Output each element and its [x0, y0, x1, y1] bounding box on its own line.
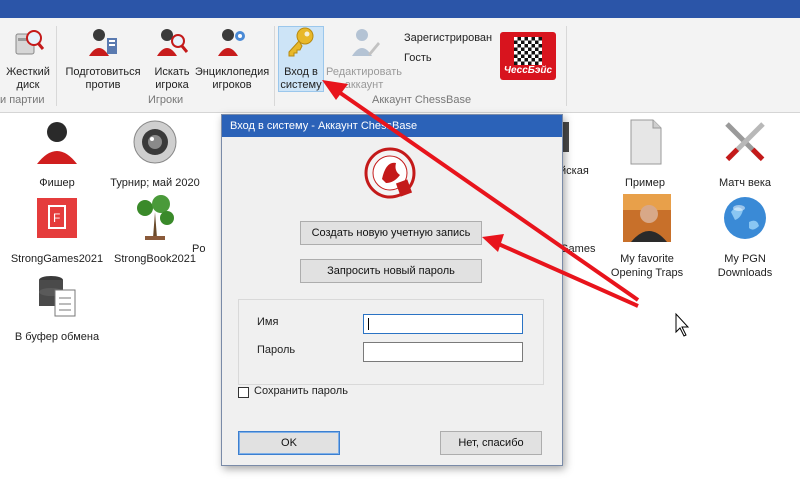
tile-stronggames[interactable]: F StrongGames2021: [2, 194, 112, 266]
request-password-button[interactable]: Запросить новый пароль: [300, 259, 482, 283]
tile-clipboard[interactable]: В буфер обмена: [2, 272, 112, 344]
ok-button[interactable]: OK: [238, 431, 340, 455]
name-input[interactable]: [363, 314, 523, 334]
mouse-cursor-icon: [675, 312, 690, 337]
chessboard-icon: [514, 37, 542, 65]
tile-label: В буфер обмена: [14, 331, 100, 343]
prepare-against-button[interactable]: Подготовиться против: [62, 26, 144, 92]
account-user: Гость: [404, 52, 432, 64]
account-status: Зарегистрирован: [404, 32, 493, 44]
tile-pgn-downloads[interactable]: My PGN Downloads: [690, 194, 800, 280]
group-label-players: Игроки: [148, 94, 184, 106]
clipboard-database-icon: [39, 276, 76, 317]
login-dialog: Вход в систему - Аккаунт ChessBase Созда…: [221, 114, 563, 466]
edit-account-button[interactable]: Редактировать аккаунт: [326, 26, 402, 92]
search-player-button[interactable]: Искать игрока: [148, 26, 196, 92]
tile-label: Турнир; май 2020: [110, 177, 200, 189]
search-player-icon: [157, 29, 189, 56]
encyclopedia-icon: [218, 29, 245, 56]
login-label: Вход в систему: [280, 66, 322, 91]
password-input[interactable]: [363, 342, 523, 362]
text-caret: [368, 318, 369, 330]
tile-label: My favorite Opening Traps: [610, 253, 684, 279]
save-password-label: Сохранить пароль: [254, 385, 348, 397]
chessbase-account-premium-badge-icon: [364, 147, 416, 199]
encyclopedia-button[interactable]: Энциклопедия игроков: [194, 26, 270, 92]
group-label-parties: и партии: [0, 94, 45, 106]
svg-text:F: F: [53, 211, 60, 225]
login-button[interactable]: Вход в систему: [278, 26, 324, 92]
globe-icon: [724, 197, 766, 239]
search-player-label: Искать игрока: [154, 66, 190, 91]
hard-disk-label: Жесткий диск: [6, 66, 50, 91]
prepare-player-icon: [89, 29, 117, 56]
password-label: Пароль: [257, 344, 296, 356]
tile-fischer[interactable]: Фишер: [2, 118, 112, 190]
ribbon-toolbar: Жесткий диск и партии Подготовиться прот…: [0, 18, 800, 113]
document-icon: [630, 119, 662, 165]
tile-tournament[interactable]: Турнир; май 2020: [100, 118, 210, 190]
database-red-icon: F: [37, 198, 77, 238]
chessbase-logo: ЧессБэйс: [500, 32, 556, 80]
edit-account-label: Редактировать аккаунт: [326, 66, 402, 91]
encyclopedia-label: Энциклопедия игроков: [194, 66, 270, 91]
credentials-group: Имя Пароль: [238, 299, 544, 385]
person-photo-icon: [623, 194, 671, 242]
edit-account-icon: [352, 29, 380, 56]
tile-label: Пример: [625, 177, 665, 189]
tile-opening-traps[interactable]: My favorite Opening Traps: [592, 194, 702, 280]
bonsai-tree-icon: [137, 195, 174, 240]
tile-label: StrongGames2021: [10, 253, 104, 265]
create-account-button[interactable]: Создать новую учетную запись: [300, 221, 482, 245]
tile-primer[interactable]: Пример: [590, 118, 700, 190]
group-label-account: Аккаунт ChessBase: [372, 94, 472, 106]
prepare-against-label: Подготовиться против: [65, 66, 141, 91]
crossed-swords-icon: [725, 122, 765, 162]
save-password-checkbox[interactable]: [238, 387, 249, 398]
ribbon-separator: [566, 26, 567, 106]
ribbon-separator: [274, 26, 275, 106]
dialog-title: Вход в систему - Аккаунт ChessBase: [222, 115, 562, 137]
tournament-disc-icon: [133, 120, 177, 164]
tile-partial-po[interactable]: Po: [192, 194, 222, 256]
player-avatar-icon: [37, 122, 77, 164]
hard-disk-search-icon: [15, 30, 45, 55]
ribbon-separator: [56, 26, 57, 106]
tile-label: Фишер: [39, 177, 75, 189]
tile-label: My PGN Downloads: [717, 253, 773, 279]
tile-match[interactable]: Матч века: [690, 118, 800, 190]
no-thanks-button[interactable]: Нет, спасибо: [440, 431, 542, 455]
key-icon: [288, 27, 314, 57]
tile-label: Po: [192, 243, 206, 255]
hard-disk-button[interactable]: Жесткий диск: [2, 26, 54, 92]
tile-label: Матч века: [719, 177, 771, 189]
name-label: Имя: [257, 316, 279, 328]
app-title-bar: [0, 0, 800, 18]
chessbase-logo-text: ЧессБэйс: [503, 65, 553, 76]
